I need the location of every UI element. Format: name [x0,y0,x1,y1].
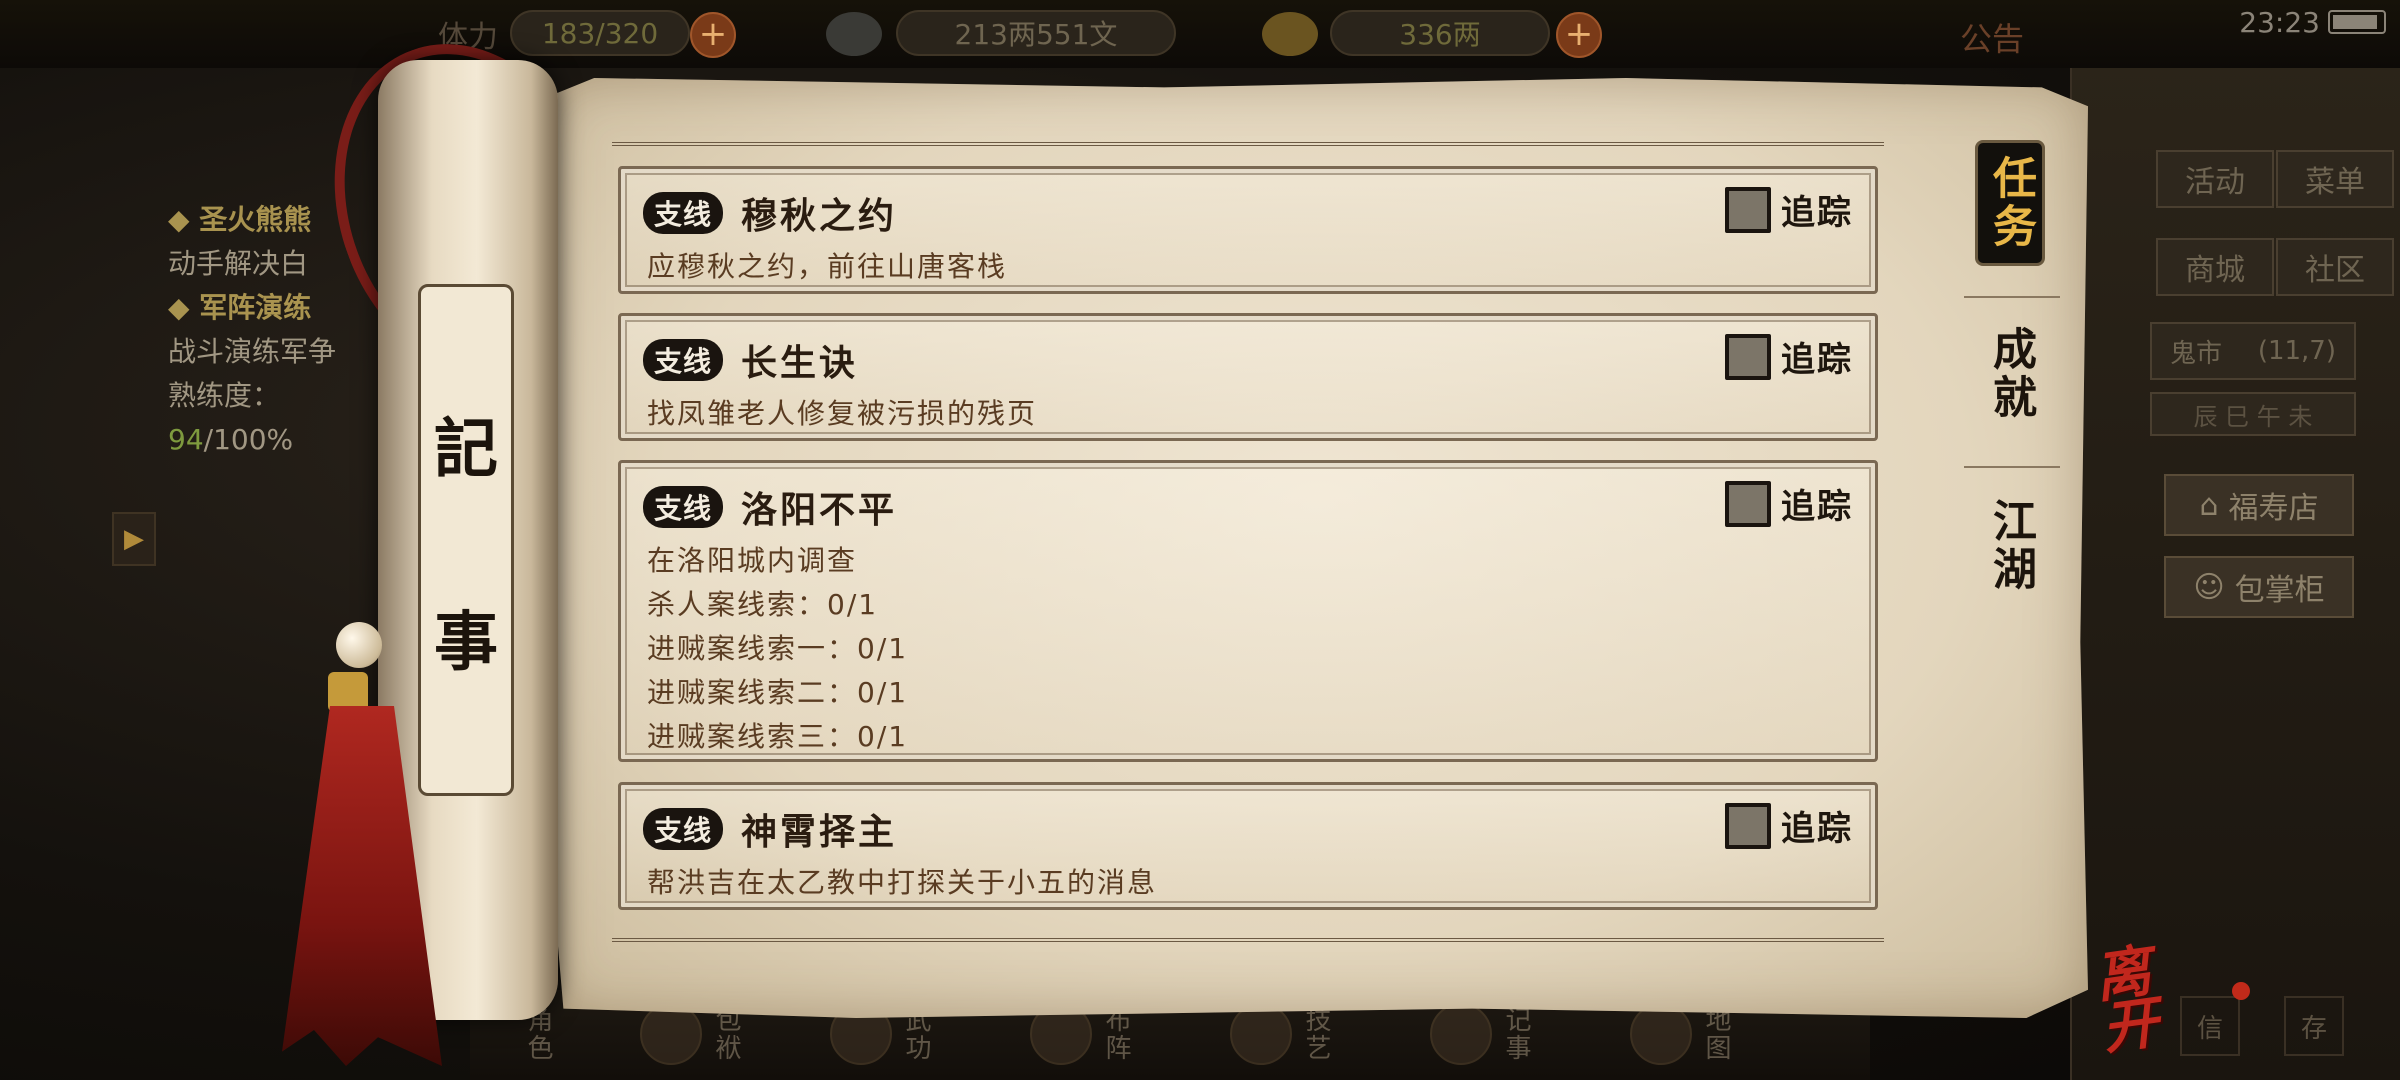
scroll-icon [1430,1003,1492,1065]
tab-quests[interactable]: 任务 [1975,140,2045,266]
tab-achievements[interactable]: 成就 [1950,326,2070,422]
quest-item[interactable]: 支线 神霄择主 追踪 帮洪吉在太乙教中打探关于小五的消息 [618,782,1878,910]
location-display: 鬼市 (11,7) [2150,322,2356,380]
tracked-quest-desc: 动手解决白 [168,247,309,280]
track-label: 追踪 [1781,340,1853,380]
proficiency-total: /100% [203,423,294,456]
journal-tabs: 任务 成就 江湖 [1950,136,2070,776]
track-checkbox[interactable] [1725,802,1771,849]
quest-description: 找凤雏老人修复被污损的残页 [647,392,1037,436]
nav-label: 包袱 [711,1006,741,1062]
track-toggle[interactable]: 追踪 [1725,332,1853,381]
shop-bao-button[interactable]: ☺ 包掌柜 [2164,556,2354,618]
quest-item[interactable]: 支线 穆秋之约 追踪 应穆秋之约，前往山唐客栈 [618,166,1878,294]
quest-line: 在洛阳城内调查 [647,544,858,577]
quest-title: 穆秋之约 [741,195,898,237]
tracked-quest-title: ◆ 圣火熊熊 [168,203,312,236]
money-value: 213两551文 [896,10,1176,56]
quest-item[interactable]: 支线 洛阳不平 追踪 在洛阳城内调查 杀人案线索：0/1 进贼案线索一：0/1 … [618,460,1878,762]
leave-button[interactable]: 离开 [2065,938,2189,1065]
notice-button[interactable]: 公告 [1960,14,2024,60]
track-toggle[interactable]: 追踪 [1725,185,1853,234]
tracked-quest-desc: 战斗演练军争 [168,335,337,368]
scroll-title-char: 記 [434,411,498,487]
quest-header: 支线 洛阳不平 [643,481,897,533]
track-label: 追踪 [1781,487,1853,527]
tab-divider [1964,296,2060,298]
battery-icon [2328,10,2386,34]
tab-divider [1964,466,2060,468]
activity-button[interactable]: 活动 [2156,150,2274,208]
map-icon [1630,1003,1692,1065]
quest-type-badge: 支线 [643,339,723,381]
quest-title: 长生诀 [741,342,859,384]
quest-line: 进贼案线索三：0/1 [647,720,909,753]
quest-type-badge: 支线 [643,808,723,850]
proficiency-value: 94 [168,423,204,456]
proficiency-label: 熟练度： [168,379,281,412]
add-stamina-button[interactable]: + [690,12,736,58]
house-icon: ⌂ [2199,487,2219,523]
storage-button[interactable]: 存 [2284,996,2344,1056]
quest-line: 进贼案线索二：0/1 [647,676,909,709]
mail-button[interactable]: 信 [2180,996,2240,1056]
tab-label: 成就 [1985,326,2036,422]
quest-item[interactable]: 支线 长生诀 追踪 找凤雏老人修复被污损的残页 [618,313,1878,441]
nav-label: 技艺 [1301,1006,1331,1062]
quest-type-badge: 支线 [643,486,723,528]
quest-header: 支线 神霄择主 [643,803,897,855]
scroll-title-char: 事 [434,604,498,680]
nav-label: 地图 [1701,1006,1731,1062]
tracked-quest-title: ◆ 军阵演练 [168,291,312,324]
quest-tracker-panel: ◆ 圣火熊熊 动手解决白 ◆ 军阵演练 战斗演练军争 熟练度： 94/100% [168,198,336,462]
location-coords: (11,7) [2257,336,2336,366]
clock: 23:23 [2239,6,2320,39]
nav-label: 记事 [1501,1006,1531,1062]
expand-tracker-button[interactable]: ▶ [112,512,156,566]
menu-button[interactable]: 菜单 [2276,150,2394,208]
quest-title: 神霄择主 [741,811,898,853]
quest-line: 帮洪吉在太乙教中打探关于小五的消息 [647,866,1158,899]
quest-line: 杀人案线索：0/1 [647,588,879,621]
tab-jianghu[interactable]: 江湖 [1950,498,2070,594]
nav-label: 布阵 [1101,1006,1131,1062]
quest-description: 帮洪吉在太乙教中打探关于小五的消息 [647,861,1157,905]
scroll-title-plate: 記 事 [418,284,514,796]
tab-label: 江湖 [1985,498,2036,594]
track-checkbox[interactable] [1725,333,1771,380]
quest-title: 洛阳不平 [741,489,898,531]
track-toggle[interactable]: 追踪 [1725,479,1853,528]
money-bag-icon [826,12,882,56]
gold-ingot-icon [1262,12,1318,56]
shop-fushou-button[interactable]: ⌂ 福寿店 [2164,474,2354,536]
track-checkbox[interactable] [1725,480,1771,527]
top-status-bar: 体力 183/320 + 213两551文 336两 + 公告 23:23 [0,0,2400,68]
tab-label: 任务 [1985,155,2036,251]
shop-label: 包掌柜 [2234,573,2325,608]
quest-description: 在洛阳城内调查 杀人案线索：0/1 进贼案线索一：0/1 进贼案线索二：0/1 … [647,539,908,759]
stamina-value: 183/320 [510,10,690,56]
track-label: 追踪 [1781,193,1853,233]
pot-icon [1230,1003,1292,1065]
track-toggle[interactable]: 追踪 [1725,801,1853,850]
gold-value: 336两 [1330,10,1550,56]
quest-header: 支线 穆秋之约 [643,187,897,239]
quest-type-badge: 支线 [643,192,723,234]
quest-line: 进贼案线索一：0/1 [647,632,909,665]
quest-header: 支线 长生诀 [643,334,858,386]
notification-dot [2232,982,2250,1000]
quest-line: 应穆秋之约，前往山唐客栈 [647,250,1008,283]
shop-label: 福寿店 [2228,491,2319,526]
track-label: 追踪 [1781,809,1853,849]
quest-description: 应穆秋之约，前往山唐客栈 [647,245,1007,289]
add-gold-button[interactable]: + [1556,12,1602,58]
person-icon: ☺ [2193,569,2225,605]
track-checkbox[interactable] [1725,186,1771,233]
location-name: 鬼市 [2170,338,2223,369]
jade-bead-icon [336,622,382,668]
community-button[interactable]: 社区 [2276,238,2394,296]
mall-button[interactable]: 商城 [2156,238,2274,296]
quest-line: 找凤雏老人修复被污损的残页 [647,397,1038,430]
time-dial: 辰 巳 午 未 [2150,392,2356,436]
